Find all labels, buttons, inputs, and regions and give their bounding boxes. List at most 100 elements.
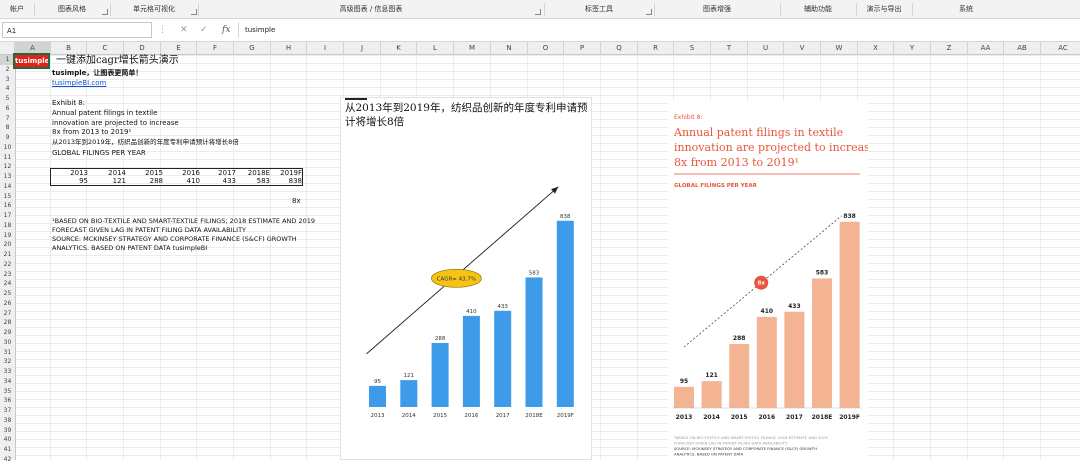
cell-b7[interactable]: innovation are projected to increase [52,119,179,127]
row-header-33[interactable]: 33 [0,367,15,377]
column-header-z[interactable]: Z [931,42,968,54]
row-header-10[interactable]: 10 [0,143,15,153]
cell-b2[interactable]: tusimple，让图表更简单！ [52,69,142,77]
row-header-1[interactable]: 1 [0,55,15,65]
column-header-b[interactable]: B [51,42,87,54]
row-header-28[interactable]: 28 [0,318,15,328]
ribbon-group-chart-enhance[interactable]: 图表增强 [654,0,780,18]
row-header-35[interactable]: 35 [0,387,15,397]
table-year-cell[interactable]: 2013 [56,169,88,177]
row-header-26[interactable]: 26 [0,299,15,309]
row-header-22[interactable]: 22 [0,260,15,270]
column-header-o[interactable]: O [528,42,564,54]
cell-b18[interactable]: FORECAST GIVEN LAG IN PATENT FILING DATA… [52,226,246,234]
cell-b1[interactable]: 一键添加cagr增长箭头演示 [56,55,179,67]
row-header-38[interactable]: 38 [0,416,15,426]
row-header-37[interactable]: 37 [0,406,15,416]
row-header-13[interactable]: 13 [0,172,15,182]
cell-b6[interactable]: Annual patent filings in textile [52,109,157,117]
column-header-c[interactable]: C [87,42,124,54]
column-header-d[interactable]: D [124,42,161,54]
cell-b3-link[interactable]: tusimpleBI.com [52,79,106,87]
ribbon-group-system[interactable]: 系统 [912,0,1020,18]
row-header-31[interactable]: 31 [0,348,15,358]
row-header-17[interactable]: 17 [0,211,15,221]
formula-input[interactable]: tusimple [238,22,1076,38]
table-year-cell[interactable]: 2016 [168,169,200,177]
cell-b5[interactable]: Exhibit 8: [52,99,85,107]
dialog-launcher-icon[interactable] [102,9,108,15]
formula-bar-more-icon[interactable]: ⋮ [158,22,167,38]
column-header-u[interactable]: U [748,42,784,54]
row-header-16[interactable]: 16 [0,201,15,211]
column-header-y[interactable]: Y [894,42,931,54]
column-header-a[interactable]: A [15,42,51,54]
column-header-m[interactable]: M [454,42,491,54]
cell-b10[interactable]: GLOBAL FILINGS PER YEAR [52,149,146,157]
column-header-i[interactable]: I [307,42,344,54]
column-header-g[interactable]: G [234,42,271,54]
cell-b9[interactable]: 从2013年到2019年，纺织品创新的年度专利申请预计将增长8倍 [52,138,239,146]
column-header-w[interactable]: W [821,42,858,54]
column-header-h[interactable]: H [271,42,307,54]
table-value-cell[interactable]: 288 [131,177,163,185]
cell-h15[interactable]: 8x [292,197,301,205]
row-header-32[interactable]: 32 [0,357,15,367]
cell-b17[interactable]: ¹BASED ON BIO-TEXTILE AND SMART-TEXTILE … [52,217,315,225]
table-year-cell[interactable]: 2019F [270,169,302,177]
table-year-cell[interactable]: 2015 [131,169,163,177]
column-header-k[interactable]: K [381,42,417,54]
column-header-q[interactable]: Q [601,42,638,54]
cell-a1-selected[interactable]: tusimple [13,53,50,69]
column-header-f[interactable]: F [197,42,234,54]
dialog-launcher-icon[interactable] [535,9,541,15]
row-header-15[interactable]: 15 [0,192,15,202]
row-header-19[interactable]: 19 [0,231,15,241]
row-header-39[interactable]: 39 [0,426,15,436]
chart-exhibit-reference[interactable]: Exhibit 8: Annual patent filings in text… [668,101,868,460]
cell-b19[interactable]: SOURCE: MCKINSEY STRATEGY AND CORPORATE … [52,235,297,243]
name-box[interactable]: A1 [2,22,152,38]
column-header-v[interactable]: V [784,42,821,54]
column-header-t[interactable]: T [711,42,748,54]
row-header-14[interactable]: 14 [0,182,15,192]
column-header-ac[interactable]: AC [1041,42,1080,54]
table-value-cell[interactable]: 583 [238,177,270,185]
row-header-23[interactable]: 23 [0,270,15,280]
row-header-18[interactable]: 18 [0,221,15,231]
table-year-cell[interactable]: 2014 [94,169,126,177]
row-header-5[interactable]: 5 [0,94,15,104]
ribbon-group-advanced-charts[interactable]: 高级图表 / 信息图表 [198,0,544,18]
row-header-21[interactable]: 21 [0,250,15,260]
table-value-cell[interactable]: 121 [94,177,126,185]
column-header-e[interactable]: E [161,42,197,54]
table-value-cell[interactable]: 410 [168,177,200,185]
enter-icon[interactable]: ✓ [200,22,208,38]
row-header-36[interactable]: 36 [0,396,15,406]
row-header-41[interactable]: 41 [0,445,15,455]
table-value-cell[interactable]: 838 [270,177,302,185]
dialog-launcher-icon[interactable] [646,9,652,15]
row-header-20[interactable]: 20 [0,240,15,250]
table-year-cell[interactable]: 2018E [238,169,270,177]
row-header-4[interactable]: 4 [0,84,15,94]
column-header-ab[interactable]: AB [1004,42,1041,54]
row-header-6[interactable]: 6 [0,104,15,114]
row-header-25[interactable]: 25 [0,289,15,299]
row-header-30[interactable]: 30 [0,338,15,348]
row-header-27[interactable]: 27 [0,309,15,319]
row-header-3[interactable]: 3 [0,75,15,85]
select-all-corner[interactable] [0,42,15,54]
table-value-cell[interactable]: 95 [56,177,88,185]
function-icon[interactable]: fx [222,22,230,38]
row-header-11[interactable]: 11 [0,153,15,163]
column-header-r[interactable]: R [638,42,674,54]
column-header-x[interactable]: X [858,42,894,54]
ribbon-group-account[interactable]: 帐户 [0,0,34,18]
column-header-p[interactable]: P [564,42,601,54]
row-header-9[interactable]: 9 [0,133,15,143]
ribbon-group-present-export[interactable]: 演示与导出 [856,0,912,18]
column-header-aa[interactable]: AA [968,42,1004,54]
row-header-8[interactable]: 8 [0,123,15,133]
row-header-24[interactable]: 24 [0,279,15,289]
